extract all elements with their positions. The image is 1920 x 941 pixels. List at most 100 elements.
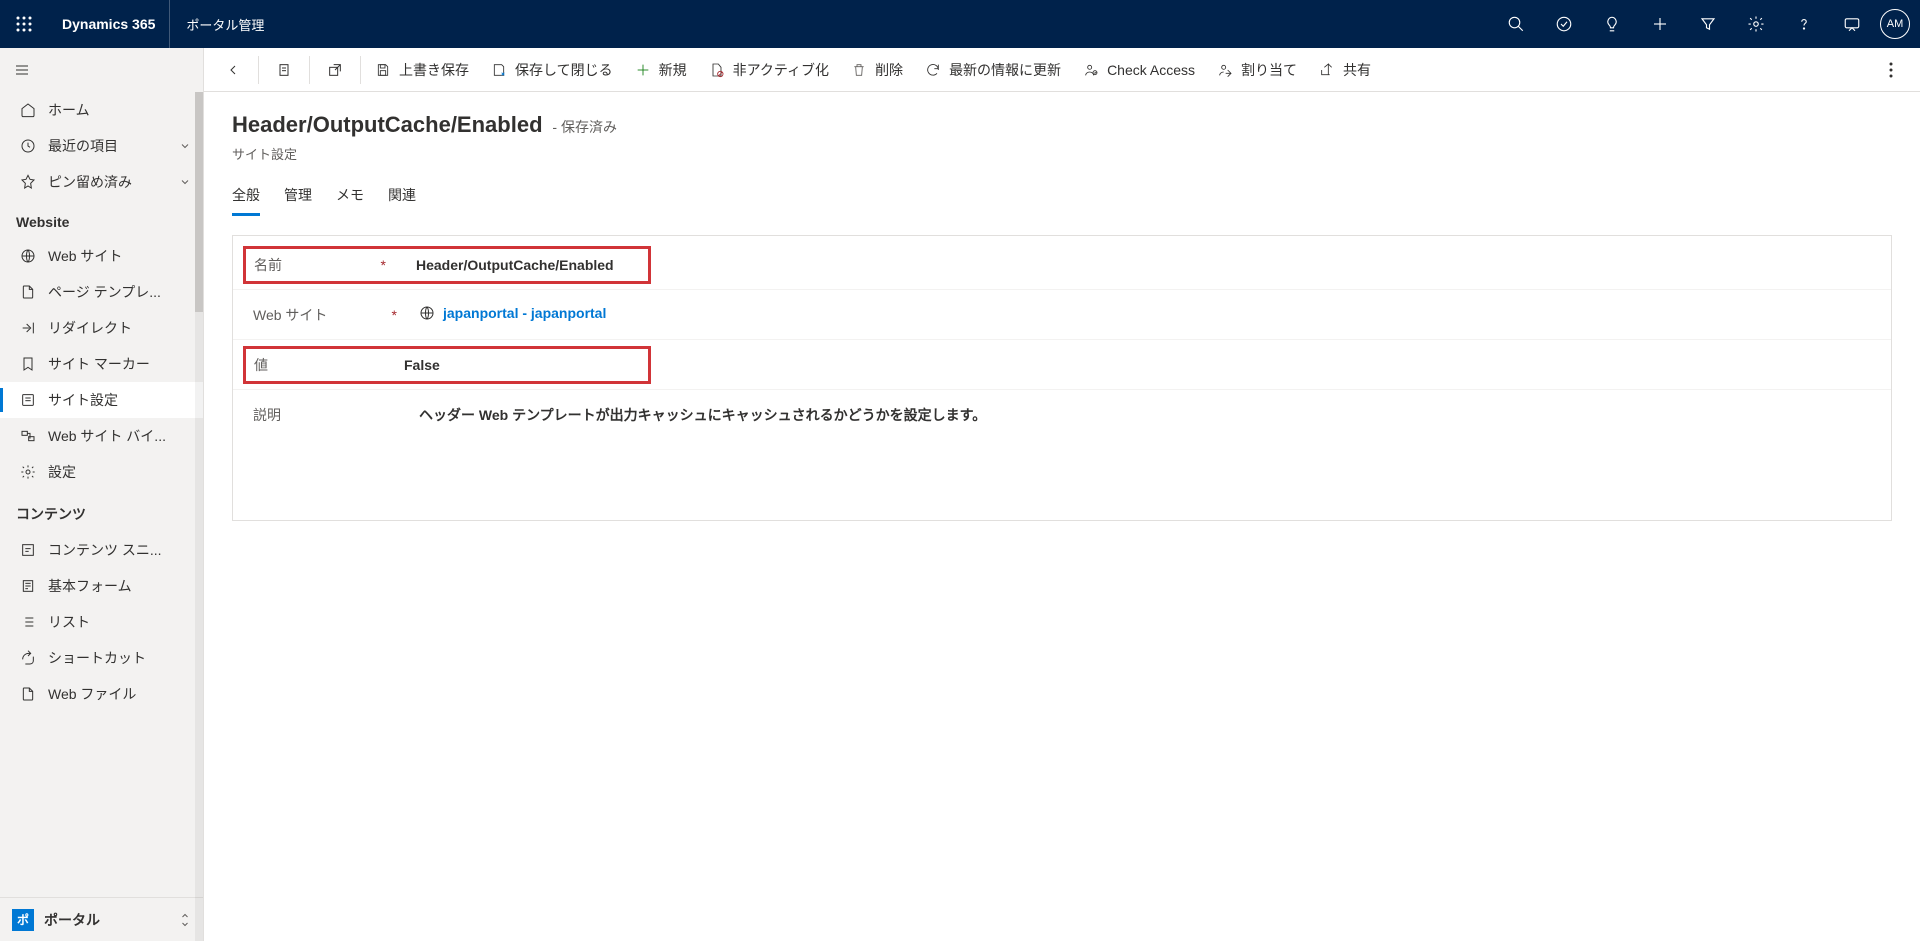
area-tile: ポ [12, 909, 34, 931]
open-record-set-button[interactable] [263, 48, 305, 92]
list-icon [20, 614, 36, 630]
nav-group-contents: コンテンツ [0, 490, 203, 532]
app-name-label[interactable]: ポータル管理 [170, 15, 280, 34]
settings-list-icon [20, 392, 36, 408]
highlight-value: 値 False [243, 346, 651, 384]
lightbulb-icon[interactable] [1588, 0, 1636, 48]
chevron-down-icon [179, 176, 191, 188]
nav-page-templates[interactable]: ページ テンプレ... [0, 274, 203, 310]
tab-memo[interactable]: メモ [336, 185, 364, 216]
record-entity-label: サイト設定 [232, 144, 1892, 163]
marker-icon [20, 356, 36, 372]
task-icon[interactable] [1540, 0, 1588, 48]
highlight-name: 名前 * Header/OutputCache/Enabled [243, 246, 651, 284]
redirect-icon [20, 320, 36, 336]
chevron-updown-icon [179, 912, 191, 928]
overflow-button[interactable] [1870, 48, 1912, 92]
delete-button[interactable]: 削除 [841, 48, 913, 92]
tab-list: 全般 管理 メモ 関連 [232, 185, 1892, 217]
share-button[interactable]: 共有 [1309, 48, 1381, 92]
shortcut-icon [20, 650, 36, 666]
field-description-label: 説明 [253, 405, 281, 425]
snippet-icon [20, 542, 36, 558]
left-nav: ホーム 最近の項目 ピン留め済み Website Web サイト ページ テンプ… [0, 48, 204, 941]
filter-icon[interactable] [1684, 0, 1732, 48]
website-lookup-text: japanportal - japanportal [443, 305, 606, 321]
nav-site-settings[interactable]: サイト設定 [0, 382, 203, 418]
form-icon [20, 578, 36, 594]
field-name-row: 名前 * Header/OutputCache/Enabled [233, 240, 1891, 290]
help-icon[interactable] [1780, 0, 1828, 48]
field-description-row: 説明 ヘッダー Web テンプレートが出力キャッシュにキャッシュされるかどうかを… [233, 390, 1891, 440]
command-bar: 上書き保存 保存して閉じる 新規 非アクティブ化 削除 最新の情報に更新 Che… [204, 48, 1920, 92]
tab-related[interactable]: 関連 [388, 185, 416, 216]
workspace: 上書き保存 保存して閉じる 新規 非アクティブ化 削除 最新の情報に更新 Che… [204, 48, 1920, 941]
required-marker: * [392, 307, 397, 323]
field-name-value[interactable]: Header/OutputCache/Enabled [392, 257, 640, 273]
nav-content-snippets[interactable]: コンテンツ スニ... [0, 532, 203, 568]
field-value-value[interactable]: False [392, 357, 640, 373]
nav-redirects[interactable]: リダイレクト [0, 310, 203, 346]
assign-button[interactable]: 割り当て [1207, 48, 1307, 92]
record-status: - 保存済み [552, 119, 617, 135]
tab-admin[interactable]: 管理 [284, 185, 312, 216]
form-panel: 名前 * Header/OutputCache/Enabled Web サイト * … [232, 235, 1892, 521]
gear-icon [20, 464, 36, 480]
pin-icon [20, 174, 36, 190]
home-icon [20, 102, 36, 118]
search-icon[interactable] [1492, 0, 1540, 48]
nav-web-sites[interactable]: Web サイト [0, 238, 203, 274]
avatar-initials: AM [1887, 18, 1904, 30]
nav-home[interactable]: ホーム [0, 92, 203, 128]
field-website-label: Web サイト [253, 305, 327, 325]
back-button[interactable] [212, 48, 254, 92]
record-header: Header/OutputCache/Enabled - 保存済み サイト設定 [232, 112, 1892, 163]
save-close-button[interactable]: 保存して閉じる [481, 48, 623, 92]
suite-bar: Dynamics 365 ポータル管理 AM [0, 0, 1920, 48]
globe-icon [419, 305, 435, 321]
suite-right: AM [1492, 0, 1920, 48]
field-description-value[interactable]: ヘッダー Web テンプレートが出力キャッシュにキャッシュされるかどうかを設定し… [403, 405, 1871, 425]
nav-settings[interactable]: 設定 [0, 454, 203, 490]
nav-recent[interactable]: 最近の項目 [0, 128, 203, 164]
field-name-label: 名前 [254, 255, 282, 275]
app-launcher[interactable] [0, 0, 48, 48]
clock-icon [20, 138, 36, 154]
field-value-row: 値 False [233, 340, 1891, 390]
record-title: Header/OutputCache/Enabled [232, 112, 543, 137]
nav-shortcuts[interactable]: ショートカット [0, 640, 203, 676]
nav-lists[interactable]: リスト [0, 604, 203, 640]
nav-basic-forms[interactable]: 基本フォーム [0, 568, 203, 604]
area-label: ポータル [44, 910, 100, 930]
avatar[interactable]: AM [1880, 9, 1910, 39]
nav-web-site-bindings[interactable]: Web サイト バイ... [0, 418, 203, 454]
field-website-row: Web サイト * japanportal - japanportal [233, 290, 1891, 340]
gear-icon[interactable] [1732, 0, 1780, 48]
website-lookup-link[interactable]: japanportal - japanportal [419, 305, 606, 321]
check-access-button[interactable]: Check Access [1073, 48, 1205, 92]
tab-general[interactable]: 全般 [232, 185, 260, 216]
area-switcher[interactable]: ポ ポータル [0, 897, 203, 941]
save-button[interactable]: 上書き保存 [365, 48, 479, 92]
refresh-button[interactable]: 最新の情報に更新 [915, 48, 1071, 92]
nav-web-files[interactable]: Web ファイル [0, 676, 203, 712]
new-button[interactable]: 新規 [625, 48, 697, 92]
suite-left: Dynamics 365 ポータル管理 [0, 0, 280, 48]
required-marker: * [381, 257, 386, 273]
nav-collapse-button[interactable] [0, 48, 203, 92]
popout-button[interactable] [314, 48, 356, 92]
plus-icon[interactable] [1636, 0, 1684, 48]
nav-group-website: Website [0, 200, 203, 238]
nav-pinned[interactable]: ピン留め済み [0, 164, 203, 200]
assistant-icon[interactable] [1828, 0, 1876, 48]
brand-label[interactable]: Dynamics 365 [48, 0, 170, 48]
deactivate-button[interactable]: 非アクティブ化 [699, 48, 839, 92]
nav-site-markers[interactable]: サイト マーカー [0, 346, 203, 382]
file-icon [20, 686, 36, 702]
page-icon [20, 284, 36, 300]
globe-icon [20, 248, 36, 264]
nav-scrollbar[interactable] [195, 92, 203, 941]
binding-icon [20, 428, 36, 444]
chevron-down-icon [179, 140, 191, 152]
field-value-label: 値 [254, 355, 268, 375]
